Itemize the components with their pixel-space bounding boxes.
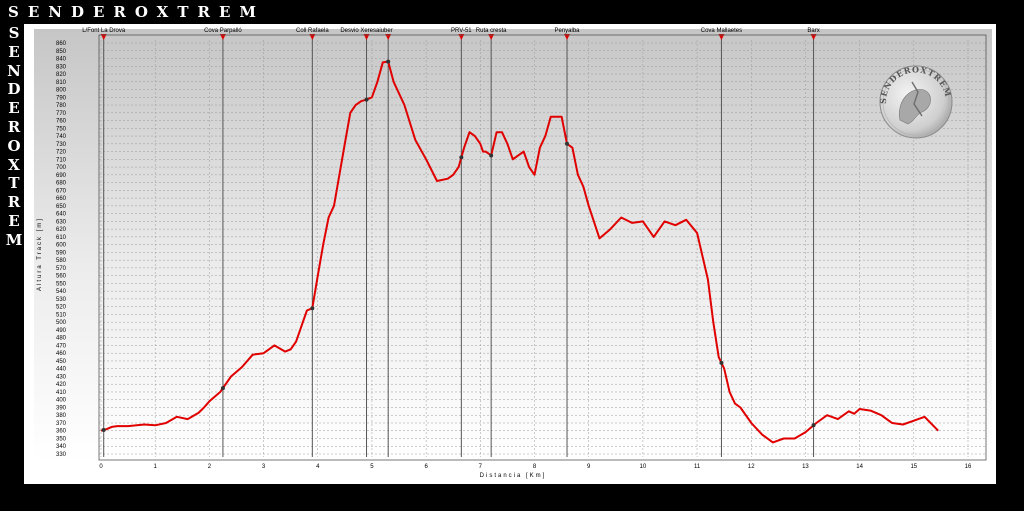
y-tick-label: 750 [56,126,67,132]
waypoint-point [459,155,464,160]
y-tick-label: 630 [56,219,67,225]
y-tick-label: 520 [56,305,67,311]
x-tick-label: 13 [802,464,809,470]
brand-title: SENDEROXTREM [8,3,265,21]
y-tick-label: 480 [56,336,67,342]
y-tick-label: 530 [56,297,67,303]
y-tick-label: 800 [56,88,67,94]
y-tick-label: 380 [56,413,67,419]
y-tick-label: 600 [56,243,67,249]
y-tick-label: 420 [56,382,67,388]
waypoint-label: Cova Mallaetes [701,28,742,34]
y-tick-label: 360 [56,429,67,435]
y-tick-label: 670 [56,188,67,194]
y-tick-label: 410 [56,390,67,396]
y-tick-label: 440 [56,367,67,373]
brand-title-vertical: SENDEROXTREM [5,24,23,249]
x-tick-label: 5 [370,464,374,470]
x-tick-label: 3 [262,464,266,470]
x-tick-label: 4 [316,464,320,470]
waypoint-point [386,59,391,64]
y-tick-label: 470 [56,343,67,349]
x-tick-label: 2 [208,464,212,470]
y-tick-label: 770 [56,111,67,117]
y-tick-label: 560 [56,274,67,280]
chart-panel: L/Font La Drova Cova Parpalló Coll Rafaela… [24,24,996,484]
x-tick-label: 1 [154,464,158,470]
x-tick-label: 11 [694,464,701,470]
y-tick-label: 790 [56,95,67,101]
y-tick-label: 350 [56,436,67,442]
y-tick-label: 690 [56,173,67,179]
plot-background [34,29,992,461]
y-tick-label: 460 [56,351,67,357]
y-tick-label: 830 [56,64,67,70]
y-tick-label: 610 [56,235,67,241]
waypoint-label: L/Font La Drova [82,28,126,34]
x-tick-label: 8 [533,464,537,470]
waypoint-point [811,423,816,428]
waypoint-label: Barx [807,28,819,34]
y-tick-label: 740 [56,134,67,140]
y-tick-label: 500 [56,320,67,326]
y-tick-label: 720 [56,150,67,156]
chart-frame: SENDEROXTREM SENDEROXTREM L/Font La Drov… [0,0,1024,511]
y-tick-label: 400 [56,398,67,404]
y-tick-label: 390 [56,405,67,411]
y-tick-label: 590 [56,250,67,256]
y-tick-label: 580 [56,258,67,264]
x-tick-label: 7 [479,464,483,470]
y-tick-label: 710 [56,157,67,163]
waypoint-point [489,153,494,158]
y-tick-label: 840 [56,57,67,63]
x-tick-label: 0 [99,464,103,470]
waypoint-label: Coll Rafaela [296,28,329,34]
y-tick-label: 650 [56,204,67,210]
y-tick-label: 660 [56,196,67,202]
elevation-profile-chart: L/Font La Drova Cova Parpalló Coll Rafaela… [34,28,992,479]
y-tick-label: 810 [56,80,67,86]
y-tick-label: 780 [56,103,67,109]
waypoint-label: Ruta cresta [476,28,507,34]
waypoint-point [101,427,106,432]
y-tick-label: 340 [56,444,67,450]
y-tick-label: 510 [56,312,67,318]
waypoint-point [310,306,315,311]
y-tick-label: 450 [56,359,67,365]
y-tick-label: 490 [56,328,67,334]
y-tick-label: 370 [56,421,67,427]
y-tick-label: 430 [56,374,67,380]
y-tick-label: 640 [56,212,67,218]
waypoint-point [364,97,369,102]
x-tick-label: 15 [910,464,917,470]
waypoint-point [565,141,570,146]
x-tick-label: 14 [856,464,863,470]
x-tick-label: 10 [640,464,647,470]
x-tick-label: 16 [965,464,972,470]
y-tick-label: 550 [56,281,67,287]
y-tick-label: 860 [56,41,67,47]
waypoint-label: Penyalba [554,28,580,34]
y-tick-label: 680 [56,181,67,187]
x-tick-label: 12 [748,464,755,470]
waypoint-label: Cova Parpalló [204,28,242,34]
y-tick-label: 730 [56,142,67,148]
x-tick-label: 6 [424,464,428,470]
y-tick-label: 820 [56,72,67,78]
y-tick-label: 620 [56,227,67,233]
y-tick-label: 850 [56,49,67,55]
y-axis-label: Altura Track [m] [37,217,43,291]
y-tick-label: 760 [56,119,67,125]
waypoint-point [220,386,225,391]
waypoint-point [719,360,724,365]
waypoint-label: Desvio Xeresaiuber [340,28,392,34]
y-tick-label: 700 [56,165,67,171]
y-tick-label: 330 [56,452,67,458]
x-axis-label: Distancia [Km] [480,473,547,479]
y-tick-label: 540 [56,289,67,295]
waypoint-label: PRV-51 [451,28,472,34]
x-tick-label: 9 [587,464,591,470]
y-tick-label: 570 [56,266,67,272]
